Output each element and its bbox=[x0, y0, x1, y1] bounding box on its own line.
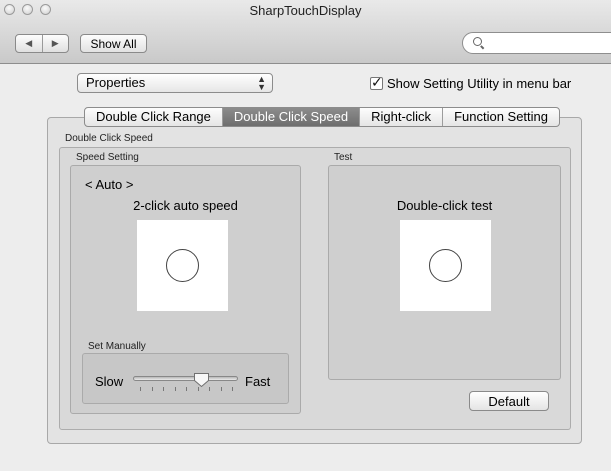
preferences-window: SharpTouchDisplay ◀ ▶ Show All Propertie… bbox=[0, 0, 611, 471]
double-click-speed-group-label: Double Click Speed bbox=[65, 133, 153, 144]
search-field[interactable] bbox=[462, 32, 611, 54]
properties-popup[interactable]: Properties ▲ ▼ bbox=[77, 73, 273, 93]
slider-tick bbox=[152, 387, 153, 391]
set-manually-label: Set Manually bbox=[88, 341, 146, 352]
speed-slider-track[interactable] bbox=[133, 376, 238, 381]
back-forward-control: ◀ ▶ bbox=[15, 34, 69, 53]
circle-target-icon bbox=[429, 249, 462, 282]
slider-tick bbox=[221, 387, 222, 391]
tab-double-click-speed[interactable]: Double Click Speed bbox=[221, 108, 360, 126]
tab-bar: Double Click Range Double Click Speed Ri… bbox=[84, 107, 561, 127]
show-all-button[interactable]: Show All bbox=[80, 34, 147, 53]
popup-arrows-icon: ▲ ▼ bbox=[257, 74, 266, 92]
fast-label: Fast bbox=[245, 374, 271, 389]
slider-tick bbox=[163, 387, 164, 391]
tab-right-click[interactable]: Right-click bbox=[359, 108, 442, 126]
speed-slider-ticks bbox=[140, 387, 233, 392]
tab-function-setting[interactable]: Function Setting bbox=[442, 108, 559, 126]
show-utility-checkbox[interactable] bbox=[370, 74, 383, 91]
tab-double-click-range[interactable]: Double Click Range bbox=[85, 108, 222, 126]
auto-speed-pad[interactable] bbox=[137, 220, 228, 311]
forward-arrow-icon[interactable]: ▶ bbox=[41, 35, 69, 52]
double-click-test-title: Double-click test bbox=[396, 198, 493, 213]
search-icon bbox=[473, 37, 482, 46]
properties-popup-value: Properties bbox=[86, 75, 146, 90]
double-click-test-pad[interactable] bbox=[400, 220, 491, 311]
speed-setting-label: Speed Setting bbox=[76, 152, 139, 163]
speed-slider-thumb[interactable] bbox=[193, 372, 210, 388]
window-title: SharpTouchDisplay bbox=[249, 3, 362, 18]
title-toolbar: SharpTouchDisplay ◀ ▶ Show All bbox=[0, 0, 611, 64]
slider-tick bbox=[186, 387, 187, 391]
back-arrow-icon[interactable]: ◀ bbox=[16, 35, 42, 52]
test-label: Test bbox=[334, 152, 353, 163]
show-utility-checkbox-label: Show Setting Utility in menu bar bbox=[387, 76, 572, 91]
slider-tick bbox=[140, 387, 141, 391]
auto-speed-title: 2-click auto speed bbox=[133, 198, 238, 213]
slow-label: Slow bbox=[95, 374, 124, 389]
show-utility-checkbox-row[interactable]: Show Setting Utility in menu bar bbox=[370, 74, 572, 91]
circle-target-icon bbox=[166, 249, 199, 282]
slider-tick bbox=[175, 387, 176, 391]
slider-tick bbox=[232, 387, 233, 391]
speed-mode-label[interactable]: < Auto > bbox=[85, 177, 133, 192]
default-button[interactable]: Default bbox=[469, 391, 549, 411]
search-input[interactable] bbox=[487, 35, 607, 51]
